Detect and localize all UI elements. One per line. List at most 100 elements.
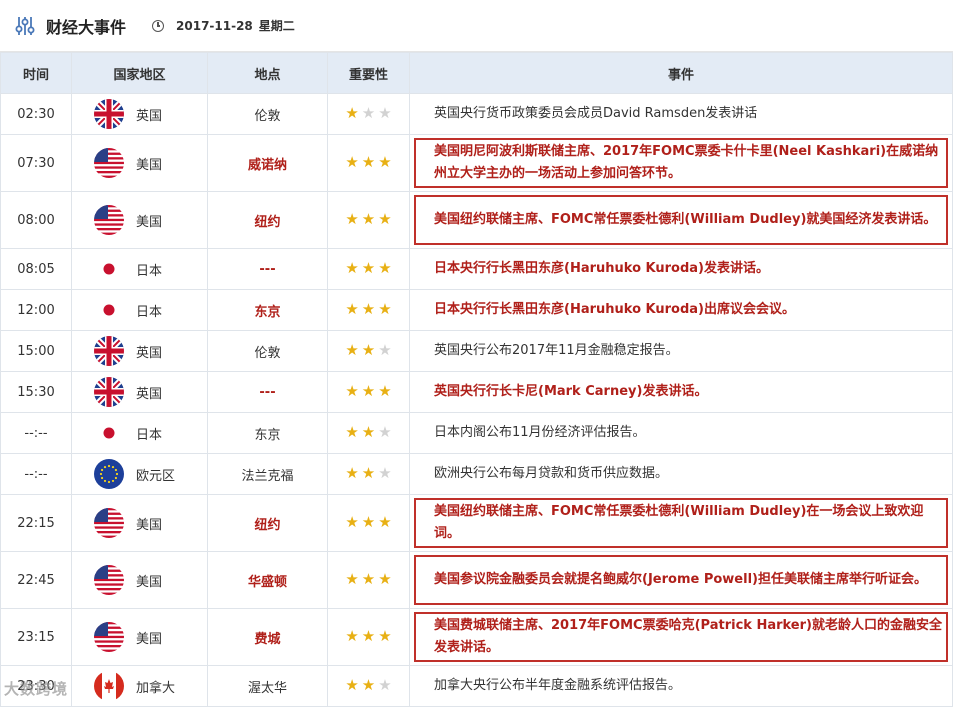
importance-cell: ★ ★ ★ <box>327 248 410 290</box>
country-cell: 美国 <box>71 608 208 666</box>
country-name: 日本 <box>136 304 163 320</box>
place-cell: 渥太华 <box>207 665 328 707</box>
star-icon: ★ <box>361 259 376 277</box>
time-cell: 08:05 <box>0 248 72 290</box>
jp-flag-icon <box>94 295 124 325</box>
country-cell: 美国 <box>71 134 208 192</box>
importance-stars: ★ ★ ★ <box>345 384 391 399</box>
time-cell: 22:15 <box>0 494 72 552</box>
col-header-event: 事件 <box>409 52 953 94</box>
country-name: 欧元区 <box>136 468 176 484</box>
star-icon: ★ <box>378 153 392 171</box>
star-icon: ★ <box>378 423 392 441</box>
star-icon: ★ <box>345 341 359 359</box>
country-cell: 美国 <box>71 191 208 249</box>
importance-cell: ★ ★ ★ <box>327 330 410 372</box>
event-text: 美国纽约联储主席、FOMC常任票委杜德利(William Dudley)在一场会… <box>434 504 924 541</box>
star-icon: ★ <box>345 464 359 482</box>
importance-stars: ★ ★ ★ <box>345 261 391 276</box>
importance-cell: ★ ★ ★ <box>327 191 410 249</box>
importance-cell: ★ ★ ★ <box>327 93 410 135</box>
importance-cell: ★ ★ ★ <box>327 551 410 609</box>
importance-stars: ★ ★ ★ <box>345 466 391 481</box>
importance-cell: ★ ★ ★ <box>327 453 410 495</box>
uk-flag-icon <box>94 99 124 129</box>
star-icon: ★ <box>378 300 392 318</box>
star-icon: ★ <box>345 423 359 441</box>
uk-flag-icon <box>94 377 124 407</box>
time-cell: --:-- <box>0 453 72 495</box>
place-cell: 东京 <box>207 412 328 454</box>
time-cell: 15:00 <box>0 330 72 372</box>
col-header-time: 时间 <box>0 52 72 94</box>
time-cell: 23:30 <box>0 665 72 707</box>
event-cell: 加拿大央行公布半年度金融系统评估报告。 <box>409 665 953 707</box>
star-icon: ★ <box>345 570 359 588</box>
star-icon: ★ <box>345 676 359 694</box>
importance-cell: ★ ★ ★ <box>327 289 410 331</box>
time-cell: 23:15 <box>0 608 72 666</box>
table-row: 23:30 加拿大 渥太华 ★ ★ ★ 加拿大央行公布半年度金融系统评估报告。 <box>0 665 953 707</box>
star-icon: ★ <box>378 259 392 277</box>
country-name: 日本 <box>136 263 163 279</box>
event-cell: 美国参议院金融委员会就提名鲍威尔(Jerome Powell)担任美联储主席举行… <box>409 551 953 609</box>
col-header-importance: 重要性 <box>327 52 410 94</box>
time-cell: 08:00 <box>0 191 72 249</box>
place-cell: 费城 <box>207 608 328 666</box>
country-cell: 美国 <box>71 494 208 552</box>
time-cell: 15:30 <box>0 371 72 413</box>
star-icon: ★ <box>378 464 392 482</box>
place-cell: 威诺纳 <box>207 134 328 192</box>
time-cell: 07:30 <box>0 134 72 192</box>
event-text: 日本央行行长黑田东彦(Haruhuko Kuroda)出席议会会议。 <box>434 302 795 317</box>
country-cell: 日本 <box>71 289 208 331</box>
country-name: 美国 <box>136 157 163 173</box>
star-icon: ★ <box>378 104 392 122</box>
country-name: 日本 <box>136 427 163 443</box>
event-text: 美国纽约联储主席、FOMC常任票委杜德利(William Dudley)就美国经… <box>434 212 937 227</box>
us-flag-icon <box>94 508 124 538</box>
place-cell: --- <box>207 371 328 413</box>
star-icon: ★ <box>361 382 376 400</box>
place-cell: 法兰克福 <box>207 453 328 495</box>
star-icon: ★ <box>345 104 359 122</box>
country-name: 美国 <box>136 574 163 590</box>
star-icon: ★ <box>361 627 376 645</box>
us-flag-icon <box>94 205 124 235</box>
importance-stars: ★ ★ ★ <box>345 302 391 317</box>
place-cell: 纽约 <box>207 191 328 249</box>
importance-cell: ★ ★ ★ <box>327 134 410 192</box>
table-row: 08:05 日本 --- ★ ★ ★ 日本央行行长黑田东彦(Haruhuko Kuroda)… <box>0 248 953 290</box>
importance-stars: ★ ★ ★ <box>345 572 391 587</box>
country-cell: 欧元区 <box>71 453 208 495</box>
star-icon: ★ <box>378 570 392 588</box>
event-cell: 日本内阁公布11月份经济评估报告。 <box>409 412 953 454</box>
event-cell: 英国央行公布2017年11月金融稳定报告。 <box>409 330 953 372</box>
event-text: 美国费城联储主席、2017年FOMC票委哈克(Patrick Harker)就老… <box>434 618 942 655</box>
star-icon: ★ <box>345 153 359 171</box>
time-cell: 22:45 <box>0 551 72 609</box>
time-cell: 12:00 <box>0 289 72 331</box>
importance-cell: ★ ★ ★ <box>327 371 410 413</box>
event-text: 加拿大央行公布半年度金融系统评估报告。 <box>434 678 682 693</box>
us-flag-icon <box>94 565 124 595</box>
importance-stars: ★ ★ ★ <box>345 425 391 440</box>
importance-cell: ★ ★ ★ <box>327 608 410 666</box>
table-row: 08:00 美国 纽约 ★ ★ ★ 美国纽约联储主席、FOMC常任票委杜德利(William… <box>0 191 953 249</box>
importance-stars: ★ ★ ★ <box>345 629 391 644</box>
place-cell: 东京 <box>207 289 328 331</box>
star-icon: ★ <box>345 627 359 645</box>
table-row: 23:15 美国 费城 ★ ★ ★ 美国费城联储主席、2017年FOMC票委哈克(Patri… <box>0 608 953 666</box>
star-icon: ★ <box>345 382 359 400</box>
eu-flag-icon <box>94 459 124 489</box>
star-icon: ★ <box>361 513 376 531</box>
us-flag-icon <box>94 148 124 178</box>
col-header-country: 国家地区 <box>71 52 208 94</box>
star-icon: ★ <box>361 423 376 441</box>
table-header-row: 时间 国家地区 地点 重要性 事件 <box>0 52 953 94</box>
event-text: 英国央行行长卡尼(Mark Carney)发表讲话。 <box>434 384 708 399</box>
event-text: 美国明尼阿波利斯联储主席、2017年FOMC票委卡什卡里(Neel Kashka… <box>434 144 939 181</box>
star-icon: ★ <box>378 676 392 694</box>
event-cell: 美国费城联储主席、2017年FOMC票委哈克(Patrick Harker)就老… <box>409 608 953 666</box>
event-text: 日本内阁公布11月份经济评估报告。 <box>434 425 646 440</box>
